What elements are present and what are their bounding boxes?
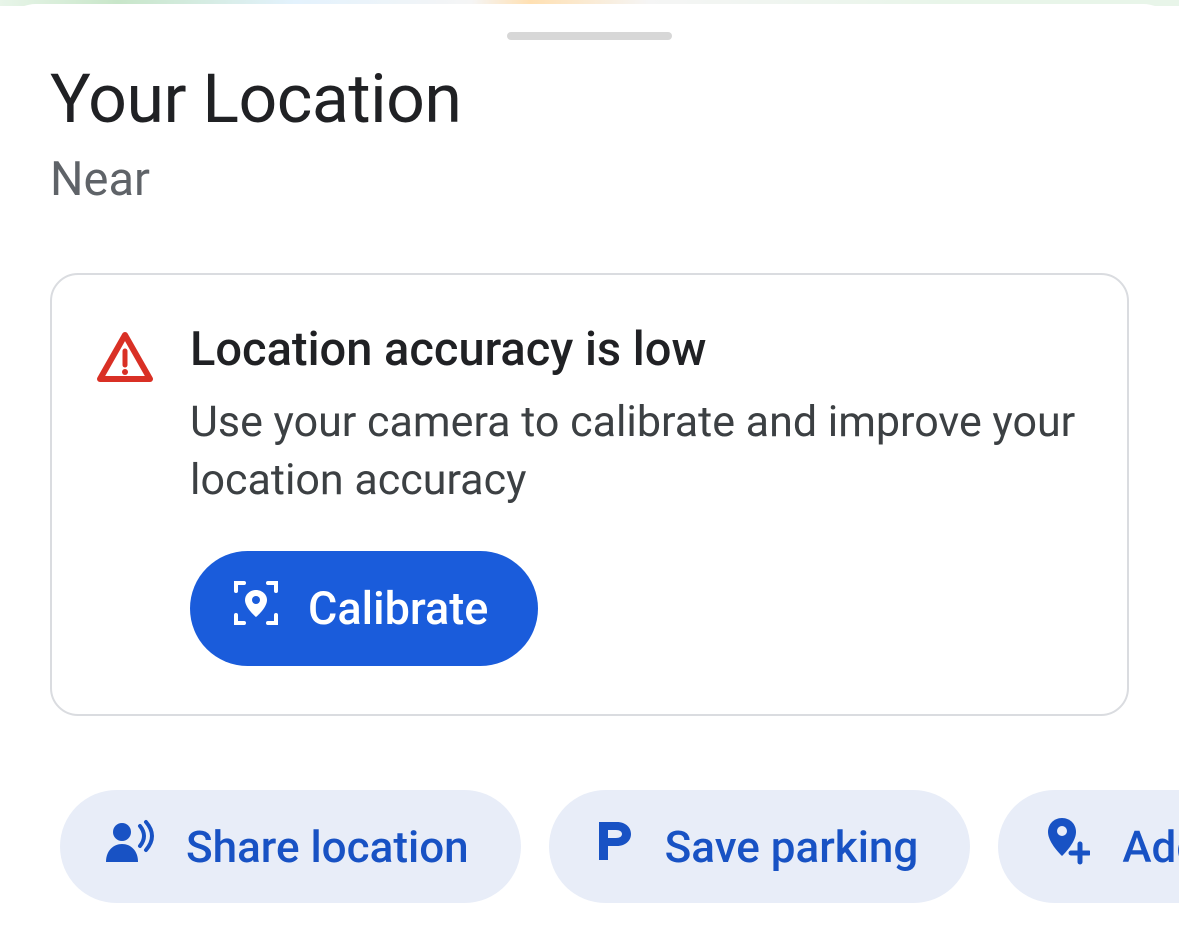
share-location-chip[interactable]: Share location [60, 790, 521, 903]
save-parking-chip[interactable]: Save parking [549, 790, 971, 903]
page-title: Your Location [50, 60, 1129, 138]
add-place-chip[interactable]: Add [998, 790, 1179, 903]
save-parking-label: Save parking [665, 821, 919, 873]
accuracy-card-title: Location accuracy is low [190, 323, 1083, 377]
add-pin-icon [1042, 816, 1090, 877]
add-place-label: Add [1122, 821, 1179, 873]
page-subtitle: Near [50, 152, 1129, 207]
calibrate-button[interactable]: Calibrate [190, 551, 538, 666]
parking-icon [593, 818, 633, 875]
accuracy-card-body: Location accuracy is low Use your camera… [190, 323, 1083, 666]
drag-handle[interactable] [507, 32, 672, 40]
share-location-label: Share location [186, 821, 469, 873]
calibrate-button-label: Calibrate [308, 582, 488, 635]
action-chip-row[interactable]: Share location Save parking Add [0, 716, 1179, 903]
accuracy-card-description: Use your camera to calibrate and improve… [190, 393, 1083, 509]
bottom-sheet: Your Location Near Location accuracy is … [0, 4, 1179, 944]
live-view-pin-icon [230, 577, 282, 640]
sheet-header: Your Location Near [0, 40, 1179, 207]
location-accuracy-card: Location accuracy is low Use your camera… [50, 273, 1129, 716]
warning-triangle-icon [96, 323, 154, 387]
share-person-icon [104, 818, 154, 875]
